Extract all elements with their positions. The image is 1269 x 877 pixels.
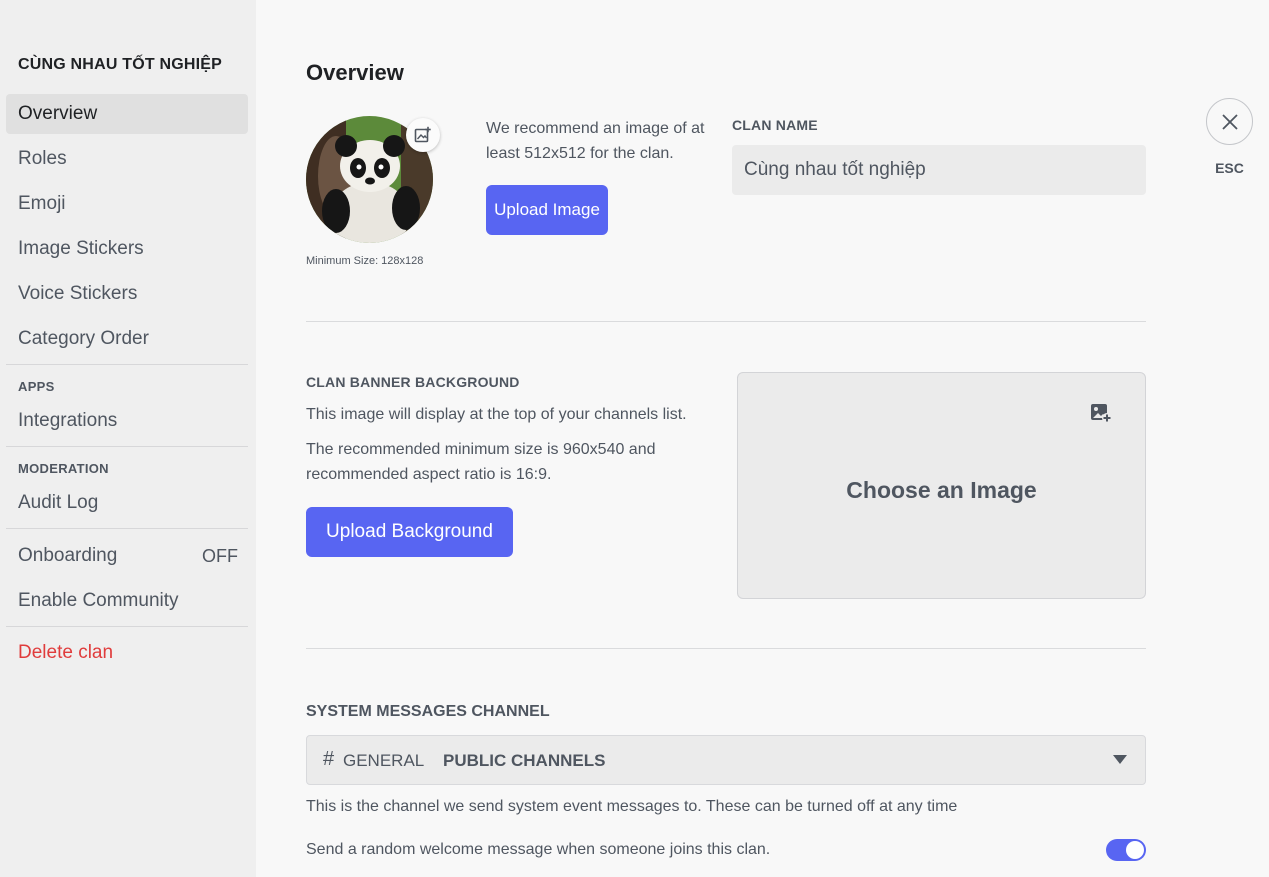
add-image-icon[interactable] bbox=[406, 118, 440, 152]
sidebar-divider bbox=[6, 626, 248, 627]
sidebar-section-apps: APPS bbox=[18, 379, 55, 394]
hash-icon: # bbox=[323, 748, 335, 770]
sidebar-item-voice-stickers[interactable]: Voice Stickers bbox=[6, 274, 248, 314]
sidebar-item-label: Onboarding bbox=[18, 545, 118, 566]
sidebar-item-audit-log[interactable]: Audit Log bbox=[6, 483, 248, 523]
upload-background-button[interactable]: Upload Background bbox=[306, 507, 513, 557]
system-channel-select[interactable]: # GENERAL PUBLIC CHANNELS bbox=[306, 735, 1146, 785]
banner-label: CLAN BANNER BACKGROUND bbox=[306, 374, 520, 390]
welcome-message-label: Send a random welcome message when someo… bbox=[306, 841, 771, 858]
channel-group: PUBLIC CHANNELS bbox=[443, 751, 606, 770]
sidebar-divider bbox=[6, 446, 248, 447]
sidebar-item-category-order[interactable]: Category Order bbox=[6, 319, 248, 359]
clan-name-label: CLAN NAME bbox=[732, 117, 818, 133]
welcome-message-toggle[interactable] bbox=[1106, 839, 1146, 861]
sidebar-divider bbox=[6, 364, 248, 365]
sidebar-item-onboarding[interactable]: Onboarding OFF bbox=[6, 536, 248, 576]
onboarding-status: OFF bbox=[202, 546, 238, 566]
sidebar-item-enable-community[interactable]: Enable Community bbox=[6, 581, 248, 621]
sidebar-section-moderation: MODERATION bbox=[18, 461, 109, 476]
chevron-down-icon bbox=[1113, 755, 1127, 764]
system-messages-label: SYSTEM MESSAGES CHANNEL bbox=[306, 703, 550, 720]
sidebar-item-emoji[interactable]: Emoji bbox=[6, 184, 248, 224]
avatar-min-size: Minimum Size: 128x128 bbox=[306, 255, 424, 267]
system-channel-help: This is the channel we send system event… bbox=[306, 798, 958, 815]
sidebar-item-integrations[interactable]: Integrations bbox=[6, 401, 248, 441]
selected-channel: GENERAL bbox=[343, 751, 425, 770]
sidebar-item-image-stickers[interactable]: Image Stickers bbox=[6, 229, 248, 269]
clan-title: CÙNG NHAU TỐT NGHIỆP bbox=[18, 56, 222, 73]
toggle-knob bbox=[1126, 841, 1144, 859]
add-image-icon bbox=[1091, 404, 1112, 423]
sidebar-item-roles[interactable]: Roles bbox=[6, 139, 248, 179]
clan-avatar-upload[interactable] bbox=[306, 116, 440, 243]
sidebar-item-overview[interactable]: Overview bbox=[6, 94, 248, 134]
choose-image-label: Choose an Image bbox=[846, 477, 1037, 503]
esc-label: ESC bbox=[1215, 160, 1244, 176]
section-divider bbox=[306, 648, 1146, 649]
sidebar-item-delete-clan[interactable]: Delete clan bbox=[6, 633, 248, 673]
section-divider bbox=[306, 321, 1146, 322]
close-icon bbox=[1221, 113, 1238, 130]
close-button[interactable] bbox=[1206, 98, 1253, 145]
avatar-recommendation: We recommend an image of at least 512x51… bbox=[486, 120, 705, 162]
clan-name-input[interactable] bbox=[732, 145, 1146, 195]
settings-sidebar: CÙNG NHAU TỐT NGHIỆP Overview Roles Emoj… bbox=[0, 0, 256, 877]
sidebar-divider bbox=[6, 528, 248, 529]
upload-image-button[interactable]: Upload Image bbox=[486, 185, 608, 235]
banner-description: This image will display at the top of yo… bbox=[306, 406, 687, 423]
banner-image-picker[interactable]: Choose an Image bbox=[737, 372, 1146, 599]
page-title: Overview bbox=[306, 60, 404, 85]
banner-size-hint: The recommended minimum size is 960x540 … bbox=[306, 441, 656, 483]
